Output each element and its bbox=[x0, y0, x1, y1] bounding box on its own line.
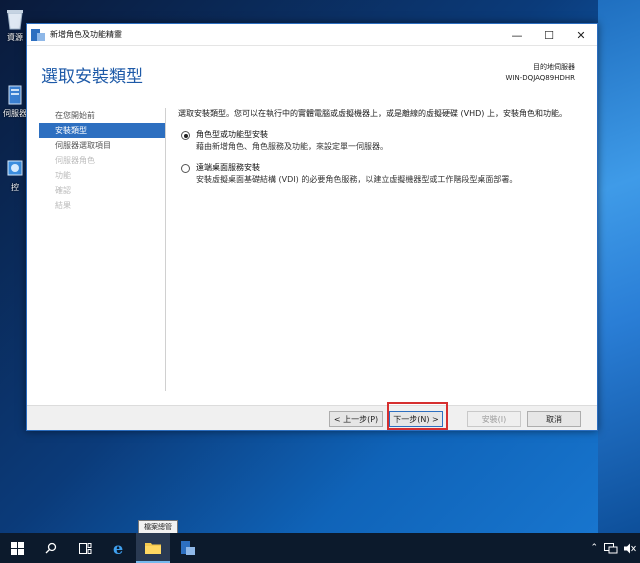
destination-server-name: WIN-DQJAQ89HDHR bbox=[505, 74, 575, 82]
volume-muted-icon[interactable] bbox=[624, 543, 636, 554]
add-roles-wizard-window: 新增角色及功能精靈 — ☐ ✕ 選取安裝類型 目的地伺服器 WIN-DQJAQ8… bbox=[26, 23, 598, 431]
taskbar: e ⌃ bbox=[0, 533, 640, 563]
nav-divider bbox=[165, 108, 166, 391]
server-manager-taskbar-button[interactable] bbox=[170, 533, 204, 563]
close-button[interactable]: ✕ bbox=[565, 24, 597, 46]
title-bar[interactable]: 新增角色及功能精靈 — ☐ ✕ bbox=[27, 24, 597, 46]
desktop-wallpaper-rays bbox=[598, 0, 640, 533]
radio-role-based[interactable] bbox=[181, 131, 190, 140]
network-icon[interactable] bbox=[604, 542, 618, 554]
step-confirmation: 確認 bbox=[55, 186, 71, 195]
server-manager-icon bbox=[181, 541, 195, 555]
system-tray: ⌃ bbox=[590, 542, 636, 554]
installation-type-description: 選取安裝類型。您可以在執行中的實體電腦或虛擬機器上，或是離線的虛擬硬碟 (VHD… bbox=[178, 109, 567, 118]
internet-explorer-button[interactable]: e bbox=[102, 533, 136, 563]
recycle-bin-icon bbox=[7, 10, 23, 30]
step-server-selection[interactable]: 伺服器選取項目 bbox=[39, 138, 165, 153]
minimize-button[interactable]: — bbox=[501, 24, 533, 46]
control-panel-icon bbox=[7, 160, 23, 176]
chevron-up-icon[interactable]: ⌃ bbox=[590, 543, 598, 553]
step-features: 功能 bbox=[55, 171, 71, 180]
server-manager-icon bbox=[8, 85, 22, 105]
page-title: 選取安裝類型 bbox=[41, 67, 143, 87]
internet-explorer-icon: e bbox=[113, 540, 123, 556]
file-explorer-button[interactable] bbox=[136, 533, 170, 563]
wizard-footer: < 上一步(P) 下一步(N) > 安裝(I) 取消 bbox=[27, 405, 597, 430]
step-server-roles: 伺服器角色 bbox=[55, 156, 95, 165]
maximize-button[interactable]: ☐ bbox=[533, 24, 565, 46]
folder-icon bbox=[145, 542, 161, 554]
wizard-content: 選取安裝類型。您可以在執行中的實體電腦或虛擬機器上，或是離線的虛擬硬碟 (VHD… bbox=[178, 108, 578, 195]
next-button-highlight bbox=[387, 402, 448, 430]
search-icon bbox=[45, 542, 57, 554]
step-results: 結果 bbox=[55, 201, 71, 210]
search-button[interactable] bbox=[34, 533, 68, 563]
task-view-button[interactable] bbox=[68, 533, 102, 563]
step-installation-type[interactable]: 安裝類型 bbox=[39, 123, 165, 138]
previous-button[interactable]: < 上一步(P) bbox=[329, 411, 383, 427]
server-manager-app-icon bbox=[31, 28, 45, 41]
option-title: 角色型或功能型安裝 bbox=[196, 130, 268, 139]
destination-server-info: 目的地伺服器 WIN-DQJAQ89HDHR bbox=[506, 62, 575, 84]
destination-label: 目的地伺服器 bbox=[533, 63, 575, 71]
task-view-icon bbox=[78, 542, 91, 554]
option-role-based-install[interactable]: 角色型或功能型安裝 藉由新增角色、角色服務及功能，來設定單一伺服器。 bbox=[178, 129, 578, 153]
start-button[interactable] bbox=[0, 533, 34, 563]
step-before-you-begin[interactable]: 在您開始前 bbox=[39, 108, 165, 123]
window-title: 新增角色及功能精靈 bbox=[50, 30, 122, 39]
install-button: 安裝(I) bbox=[467, 411, 521, 427]
wizard-header: 選取安裝類型 目的地伺服器 WIN-DQJAQ89HDHR bbox=[27, 46, 597, 108]
taskbar-tooltip: 檔案總管 bbox=[138, 520, 178, 534]
radio-remote-desktop[interactable] bbox=[181, 164, 190, 173]
cancel-button[interactable]: 取消 bbox=[527, 411, 581, 427]
option-description: 藉由新增角色、角色服務及功能，來設定單一伺服器。 bbox=[196, 142, 388, 151]
wizard-step-nav: 在您開始前 安裝類型 伺服器選取項目 伺服器角色 功能 確認 結果 bbox=[39, 108, 165, 391]
option-description: 安裝虛擬桌面基礎結構 (VDI) 的必要角色服務，以建立虛擬機器型或工作階段型桌… bbox=[196, 175, 518, 184]
wizard-body: 在您開始前 安裝類型 伺服器選取項目 伺服器角色 功能 確認 結果 選取安裝類型… bbox=[27, 108, 597, 407]
windows-logo-icon bbox=[10, 541, 24, 555]
svg-text:e: e bbox=[113, 540, 123, 556]
option-remote-desktop-install[interactable]: 遠端桌面服務安裝 安裝虛擬桌面基礎結構 (VDI) 的必要角色服務，以建立虛擬機… bbox=[178, 162, 578, 186]
option-title: 遠端桌面服務安裝 bbox=[196, 163, 260, 172]
